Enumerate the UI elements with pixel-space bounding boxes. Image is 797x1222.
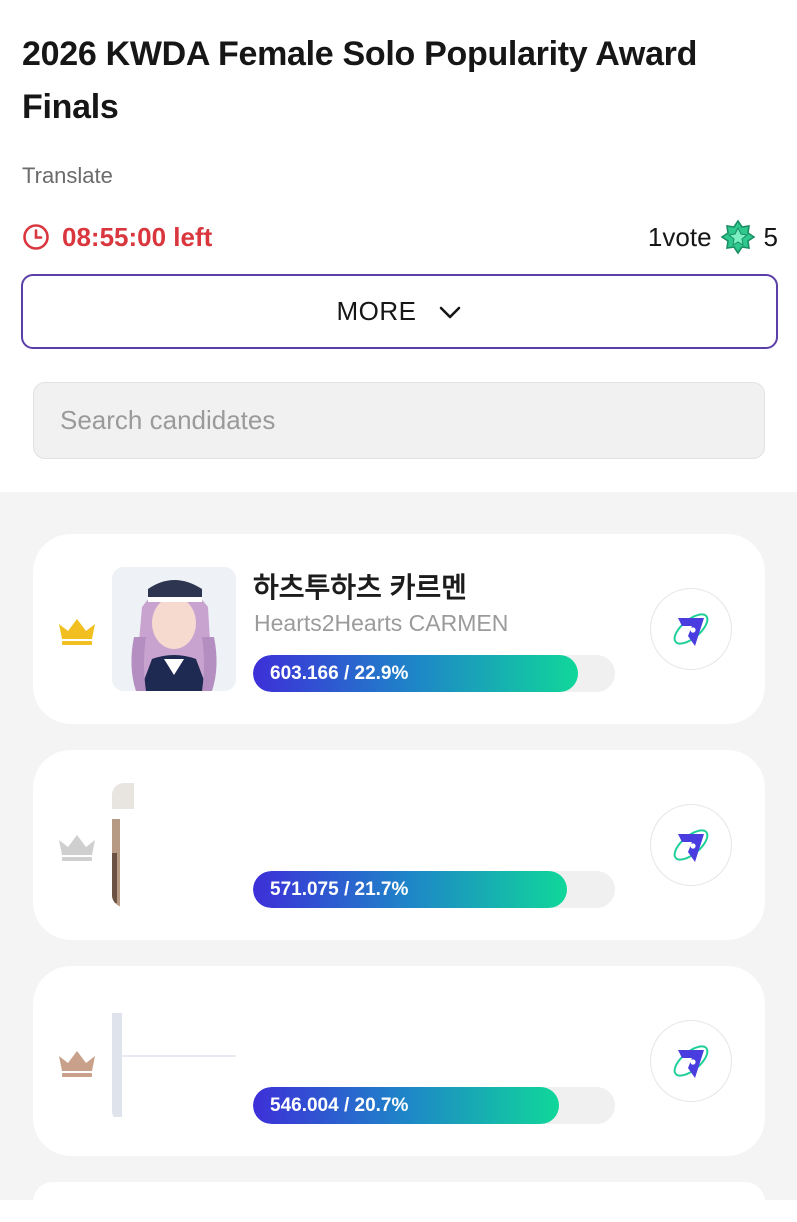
gold-crown-icon bbox=[57, 616, 97, 646]
vote-count-text: 603.166 / 22.9% bbox=[270, 663, 409, 684]
candidate-card[interactable]: 546.004 / 20.7% bbox=[33, 966, 765, 1156]
more-label: MORE bbox=[336, 296, 417, 326]
vote-button[interactable] bbox=[650, 588, 732, 670]
vote-progress-bar: 546.004 / 20.7% bbox=[253, 1087, 615, 1124]
candidate-card-partial[interactable] bbox=[33, 1182, 765, 1222]
candidate-list: 하츠투하츠 카르멘 Hearts2Hearts CARMEN 603.166 /… bbox=[0, 492, 797, 1222]
vote-logo-icon bbox=[673, 1045, 709, 1078]
search-box bbox=[33, 382, 765, 459]
candidate-name-korean: 하츠투하츠 카르멘 bbox=[253, 572, 467, 603]
vote-logo-icon bbox=[673, 613, 709, 646]
vote-unit-label: 1vote bbox=[647, 222, 712, 252]
vote-count-text: 571.075 / 21.7% bbox=[270, 879, 409, 900]
candidate-card[interactable]: 571.075 / 21.7% bbox=[33, 750, 765, 940]
vote-button[interactable] bbox=[650, 804, 732, 886]
chevron-down-icon bbox=[437, 299, 463, 325]
vote-progress-bar: 603.166 / 22.9% bbox=[253, 655, 615, 692]
candidate-photo-obscured bbox=[112, 783, 236, 907]
candidate-photo bbox=[112, 567, 236, 691]
clock-icon bbox=[22, 223, 50, 251]
countdown: 08:55:00 left bbox=[22, 218, 212, 256]
page-title: 2026 KWDA Female Solo Popularity Award F… bbox=[22, 35, 698, 126]
vote-count-text: 546.004 / 20.7% bbox=[270, 1095, 409, 1116]
status-row: 08:55:00 left 1vote 5 bbox=[22, 218, 778, 258]
time-left-text: 08:55:00 left bbox=[62, 222, 213, 252]
search-input[interactable] bbox=[34, 383, 764, 458]
candidate-name-english: Hearts2Hearts CARMEN bbox=[254, 610, 509, 636]
silver-crown-icon bbox=[57, 832, 97, 862]
more-button[interactable]: MORE bbox=[21, 274, 778, 349]
candidate-card[interactable]: 하츠투하츠 카르멘 Hearts2Hearts CARMEN 603.166 /… bbox=[33, 534, 765, 724]
star-gem-icon bbox=[720, 219, 756, 255]
vote-cost-info: 1vote 5 bbox=[648, 218, 778, 256]
vote-cost-value: 5 bbox=[763, 222, 778, 252]
vote-logo-icon bbox=[673, 829, 709, 862]
vote-progress-bar: 571.075 / 21.7% bbox=[253, 871, 615, 908]
header: 2026 KWDA Female Solo Popularity Award F… bbox=[0, 0, 797, 492]
translate-link[interactable]: Translate bbox=[22, 163, 113, 189]
vote-button[interactable] bbox=[650, 1020, 732, 1102]
candidate-photo-obscured bbox=[112, 999, 236, 1123]
bronze-crown-icon bbox=[57, 1048, 97, 1078]
